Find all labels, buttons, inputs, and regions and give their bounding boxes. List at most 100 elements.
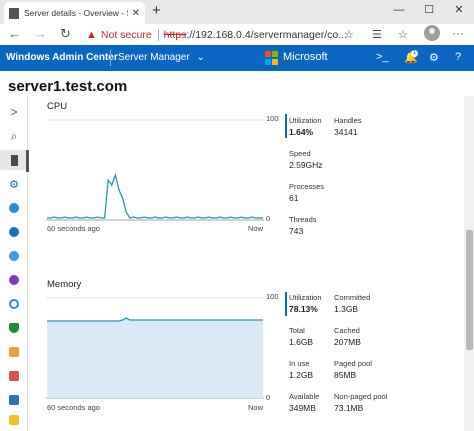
- browser-tab[interactable]: Server details - Overview - Serv ✕: [4, 2, 145, 24]
- memory-series-line: [47, 317, 263, 322]
- memory-cached-value: 207MB: [334, 337, 361, 347]
- memory-available-label: Available: [289, 392, 320, 401]
- memory-in-use-value: 1.2GB: [289, 370, 314, 380]
- app-title[interactable]: Windows Admin Center: [6, 52, 118, 63]
- cpu-speed-label: Speed: [289, 149, 311, 158]
- cpu-y-max-label: 100: [266, 114, 279, 123]
- events-icon: [9, 395, 19, 405]
- memory-committed-label: Committed: [334, 293, 371, 302]
- browser-menu-icon[interactable]: ···: [452, 26, 464, 40]
- memory-utilization-value: 78.13%: [289, 304, 318, 314]
- memory-chart: [46, 297, 264, 399]
- cpu-series-line: [47, 172, 263, 219]
- cpu-section-title: CPU: [47, 101, 68, 112]
- microsoft-logo-icon: [265, 51, 279, 65]
- url-field[interactable]: ▲ Not secure https ://192.168.0.4/server…: [86, 25, 370, 44]
- tab-title: Server details - Overview - Serv: [24, 8, 128, 18]
- rail-item-azure-arc[interactable]: [0, 270, 28, 290]
- rail-item-settings[interactable]: ⚙: [0, 174, 28, 194]
- favorite-star-icon[interactable]: ☆: [344, 28, 354, 41]
- monitor-icon: [9, 299, 19, 309]
- reload-button[interactable]: ↻: [60, 26, 71, 42]
- chevron-down-icon: ⌄: [196, 52, 205, 63]
- memory-paged-pool-value: 85MB: [334, 370, 357, 380]
- cpu-processes-stat: Processes 61: [289, 182, 324, 204]
- expand-rail-button[interactable]: >: [0, 102, 28, 122]
- memory-committed-value: 1.3GB: [334, 304, 359, 314]
- rail-item-events[interactable]: [0, 390, 28, 410]
- cpu-speed-stat: Speed 2.59GHz: [289, 149, 323, 171]
- address-bar: ← → ↻ ▲ Not secure https ://192.168.0.4/…: [0, 24, 474, 45]
- rail-item-monitor[interactable]: [0, 294, 28, 314]
- search-icon[interactable]: ⌕: [0, 126, 28, 146]
- certificate-icon: [9, 347, 19, 357]
- rail-item-overview[interactable]: [0, 150, 28, 170]
- tool-rail: > ⌕ ⚙: [0, 96, 28, 431]
- cloud-icon: [9, 251, 19, 261]
- favorites-icon[interactable]: ☆: [398, 28, 408, 41]
- cpu-utilization-accent: [285, 114, 287, 138]
- rail-item-azure-backup[interactable]: [0, 198, 28, 218]
- memory-cached-label: Cached: [334, 326, 360, 335]
- cpu-utilization-stat: Utilization 1.64%: [289, 116, 322, 138]
- browser-tab-strip: Server details - Overview - Serv ✕ + — ☐…: [0, 0, 474, 24]
- back-button[interactable]: ←: [8, 26, 21, 42]
- cpu-x-left-label: 60 seconds ago: [47, 224, 100, 233]
- cpu-handles-value: 34141: [334, 127, 358, 137]
- cpu-processes-label: Processes: [289, 182, 325, 191]
- server-icon: [10, 154, 18, 166]
- tab-close-icon[interactable]: ✕: [132, 8, 140, 19]
- rail-item-devices[interactable]: [0, 366, 28, 386]
- memory-in-use-stat: In use 1.2GB: [289, 359, 313, 381]
- arc-icon: [9, 275, 19, 285]
- cpu-x-right-label: Now: [248, 224, 264, 233]
- url-protocol: https: [163, 28, 187, 41]
- profile-avatar[interactable]: [424, 25, 440, 41]
- cloud-sync-icon: [9, 227, 19, 237]
- cpu-utilization-value: 1.64%: [289, 127, 314, 137]
- url-text: ://192.168.0.4/servermanager/co...: [186, 28, 347, 41]
- memory-utilization-accent: [285, 292, 287, 316]
- folder-icon: [9, 415, 19, 425]
- terminal-icon[interactable]: >_: [376, 51, 389, 63]
- cpu-handles-label: Handles: [334, 116, 362, 125]
- wac-header: Windows Admin Center Server Manager ⌄ Mi…: [0, 45, 474, 71]
- tool-menu-label: Server Manager: [118, 52, 190, 63]
- memory-series-area: [47, 318, 263, 398]
- cpu-handles-stat: Handles 34141: [334, 116, 362, 138]
- rail-item-azure-hybrid[interactable]: [0, 246, 28, 266]
- rail-item-certificates[interactable]: [0, 342, 28, 362]
- cpu-threads-value: 743: [289, 226, 304, 236]
- memory-total-label: Total: [289, 326, 305, 335]
- maximize-button[interactable]: ☐: [414, 0, 444, 22]
- rail-item-security[interactable]: [0, 318, 28, 338]
- memory-section-title: Memory: [47, 279, 82, 290]
- rail-active-indicator: [26, 150, 29, 172]
- window-close-button[interactable]: ✕: [444, 0, 474, 22]
- rail-item-files[interactable]: [0, 410, 28, 430]
- scrollbar-thumb[interactable]: [466, 230, 473, 350]
- memory-cached-stat: Cached 207MB: [334, 326, 361, 348]
- memory-available-stat: Available 349MB: [289, 392, 319, 414]
- cpu-y-min-label: 0: [266, 214, 271, 223]
- gear-icon: ⚙: [9, 178, 19, 191]
- cpu-chart: [46, 119, 264, 221]
- help-icon[interactable]: ?: [455, 51, 461, 63]
- memory-paged-pool-label: Paged pool: [334, 359, 372, 368]
- forward-button[interactable]: →: [34, 26, 47, 42]
- cpu-speed-value: 2.59GHz: [289, 160, 323, 170]
- minimize-button[interactable]: —: [384, 0, 414, 22]
- not-secure-label[interactable]: Not secure: [101, 29, 152, 41]
- collections-icon[interactable]: ☰: [372, 28, 382, 41]
- memory-utilization-stat: Utilization 78.13%: [289, 293, 322, 315]
- new-tab-button[interactable]: +: [152, 3, 161, 19]
- devices-icon: [9, 371, 19, 381]
- memory-non-paged-pool-stat: Non-paged pool 73.1MB: [334, 392, 387, 414]
- header-divider: [110, 50, 111, 66]
- memory-x-left-label: 60 seconds ago: [47, 403, 100, 412]
- settings-gear-icon[interactable]: ⚙: [429, 51, 439, 64]
- memory-utilization-label: Utilization: [289, 293, 322, 302]
- tool-menu-button[interactable]: Server Manager ⌄: [118, 52, 205, 63]
- rail-item-azure-file-sync[interactable]: [0, 222, 28, 242]
- memory-total-value: 1.6GB: [289, 337, 314, 347]
